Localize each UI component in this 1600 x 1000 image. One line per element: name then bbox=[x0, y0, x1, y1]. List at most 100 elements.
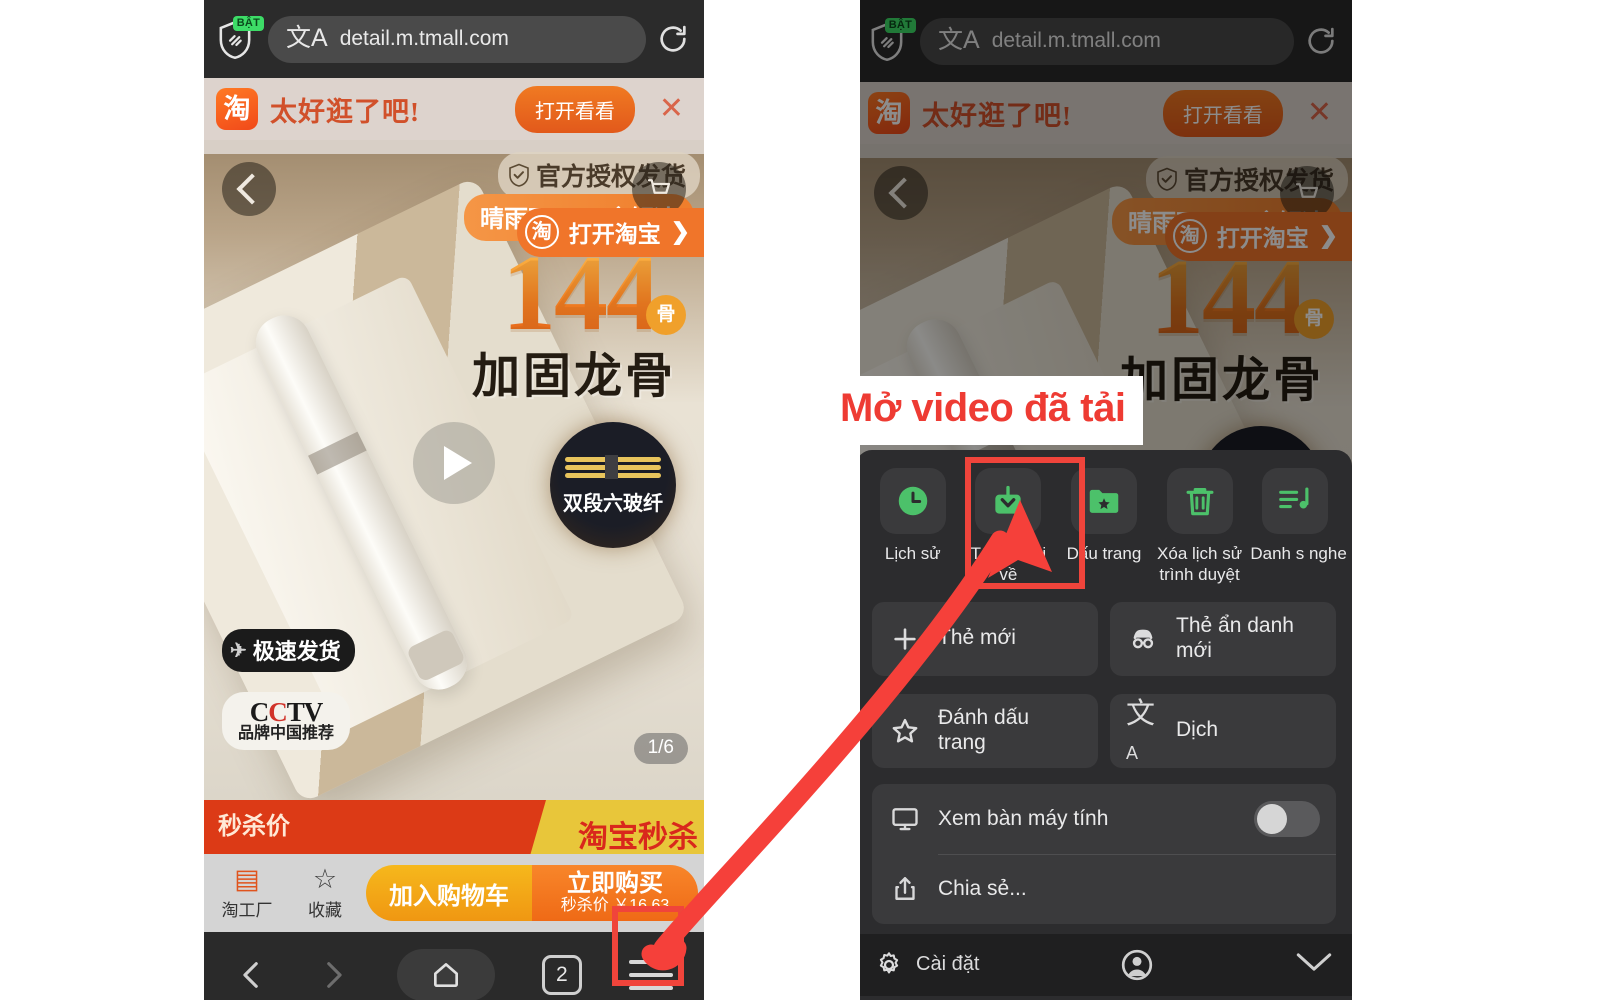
page-back-button[interactable] bbox=[222, 162, 276, 216]
collapse-menu-button[interactable] bbox=[1294, 949, 1334, 980]
reload-icon[interactable] bbox=[1304, 24, 1338, 58]
url-input[interactable]: 文A detail.m.tmall.com bbox=[920, 17, 1294, 65]
cctv-badge: CCTV 品牌中国推荐 bbox=[222, 691, 351, 750]
playlist-music-icon-tile bbox=[1262, 468, 1329, 534]
cart-icon bbox=[647, 179, 671, 194]
nav-back-button[interactable] bbox=[235, 958, 269, 992]
gear-icon bbox=[879, 951, 899, 973]
shield-state-badge: BẬT bbox=[884, 18, 916, 33]
shield-state-badge: BẬT bbox=[232, 16, 264, 31]
promo-text: 太好逛了吧! bbox=[270, 96, 420, 127]
shield-icon[interactable]: BẬT bbox=[218, 16, 264, 60]
translate-icon[interactable]: 文A bbox=[938, 27, 980, 53]
desktop-icon bbox=[888, 804, 922, 834]
translate-label: Dịch bbox=[1176, 718, 1219, 742]
taobao-logo-icon: 淘 bbox=[216, 88, 258, 130]
cart-icon bbox=[1295, 183, 1319, 198]
shop-button[interactable]: ▤ 淘工厂 bbox=[210, 863, 284, 921]
express-shipping-tag: ✈ 极速发货 bbox=[222, 629, 355, 672]
new-incognito-tab-button[interactable]: Thẻ ẩn danh mới bbox=[1110, 601, 1336, 676]
add-to-cart-button[interactable]: 加入购物车 bbox=[366, 865, 532, 921]
promo-open-button[interactable]: 打开看看 bbox=[1162, 89, 1283, 137]
account-icon bbox=[1121, 949, 1152, 980]
play-icon bbox=[444, 446, 472, 481]
product-headline: 加固龙骨 bbox=[471, 350, 676, 403]
favorite-button[interactable]: ☆ 收藏 bbox=[288, 865, 362, 921]
reload-icon[interactable] bbox=[656, 22, 690, 56]
translate-button[interactable]: 文A Dịch bbox=[1110, 693, 1336, 768]
chevron-right-icon: ❯ bbox=[1318, 223, 1338, 248]
flash-sale-strip: 秒杀价 淘宝秒杀 bbox=[204, 800, 704, 854]
clock-icon-tile bbox=[879, 468, 946, 534]
url-text: detail.m.tmall.com bbox=[991, 29, 1161, 52]
nav-home-button[interactable] bbox=[396, 949, 495, 1000]
flash-sale-label: 秒杀价 bbox=[218, 814, 290, 840]
annotation-label: Mở video đã tải bbox=[822, 376, 1144, 445]
fiberglass-rods-icon bbox=[565, 454, 661, 479]
plus-icon bbox=[888, 624, 922, 654]
close-icon[interactable]: ✕ bbox=[1295, 98, 1340, 128]
trash-icon bbox=[1186, 488, 1214, 516]
airplane-icon: ✈ bbox=[230, 639, 247, 662]
quick-action-label: Danh s nghe bbox=[1250, 544, 1347, 563]
highlight-box-menu-button bbox=[612, 906, 684, 986]
menu-grid-row-1: Thẻ mới Thẻ ẩn danh mới bbox=[856, 596, 1352, 688]
product-big-number-unit: 骨 bbox=[646, 295, 686, 335]
account-button[interactable] bbox=[989, 947, 1284, 983]
product-headline: 加固龙骨 bbox=[1119, 354, 1324, 407]
play-video-button[interactable] bbox=[413, 422, 495, 505]
browser-url-bar: BẬT 文A detail.m.tmall.com bbox=[204, 0, 704, 78]
shop-label: 淘工厂 bbox=[221, 900, 273, 920]
desktop-site-toggle[interactable] bbox=[1254, 800, 1320, 837]
shield-icon[interactable]: BẬT bbox=[870, 18, 916, 62]
close-icon[interactable]: ✕ bbox=[647, 94, 692, 124]
quick-action-history[interactable]: Lịch sử bbox=[868, 468, 958, 586]
settings-label: Cài đặt bbox=[916, 953, 980, 975]
new-tab-button[interactable]: Thẻ mới bbox=[872, 601, 1098, 676]
right-page-content: BẬT 文A detail.m.tmall.com 淘 太好逛了吧! 打开看看 … bbox=[856, 0, 1352, 1000]
trash-icon-tile bbox=[1166, 468, 1233, 534]
taobao-promo-banner: 淘 太好逛了吧! 打开看看 ✕ bbox=[204, 78, 704, 140]
chevron-down-icon bbox=[1296, 953, 1332, 971]
tab-count-button[interactable]: 2 bbox=[541, 955, 582, 995]
browser-url-bar-right: BẬT 文A detail.m.tmall.com bbox=[856, 0, 1352, 82]
desktop-site-row[interactable]: Xem bàn máy tính bbox=[872, 784, 1336, 854]
page-back-button[interactable] bbox=[874, 166, 928, 220]
taobao-round-logo-icon: 淘 bbox=[1172, 219, 1207, 253]
taobao-promo-banner: 淘 太好逛了吧! 打开看看 ✕ bbox=[856, 82, 1352, 144]
express-shipping-text: 极速发货 bbox=[252, 639, 341, 664]
screenshot-root: BẬT 文A detail.m.tmall.com 淘 太好逛了吧! 打开看看 … bbox=[0, 0, 1600, 1000]
open-taobao-label: 打开淘宝 bbox=[1216, 226, 1309, 251]
desktop-site-label: Xem bàn máy tính bbox=[938, 806, 1109, 830]
url-input[interactable]: 文A detail.m.tmall.com bbox=[268, 15, 646, 63]
new-incognito-tab-label: Thẻ ẩn danh mới bbox=[1176, 613, 1294, 662]
cctv-sub-text: 品牌中国推荐 bbox=[238, 725, 335, 743]
shop-icon: ▤ bbox=[234, 863, 260, 894]
shield-check-icon bbox=[509, 163, 529, 187]
nav-forward-button[interactable] bbox=[316, 958, 350, 992]
chevron-right-icon: ❯ bbox=[670, 219, 690, 244]
promo-open-button[interactable]: 打开看看 bbox=[514, 85, 635, 133]
open-taobao-button[interactable]: 淘 打开淘宝 ❯ bbox=[1164, 212, 1352, 261]
add-bookmark-button[interactable]: Đánh dấu trang bbox=[872, 693, 1098, 768]
star-icon bbox=[888, 715, 922, 747]
product-hero-image[interactable]: 官方授权发货 晴雨两用 一伞解决 淘 打开淘宝 ❯ 144 骨 加固龙骨 双段六… bbox=[204, 140, 704, 800]
clock-icon bbox=[898, 486, 928, 516]
toggle-knob bbox=[1257, 803, 1287, 834]
share-label: Chia sẻ... bbox=[938, 876, 1027, 900]
shield-check-icon bbox=[1157, 167, 1177, 191]
share-icon bbox=[888, 874, 922, 904]
quick-action-playlist[interactable]: Danh s nghe bbox=[1250, 468, 1347, 586]
open-taobao-button[interactable]: 淘 打开淘宝 ❯ bbox=[516, 208, 704, 257]
share-row[interactable]: Chia sẻ... bbox=[872, 853, 1336, 924]
quick-action-clear-history[interactable]: Xóa lịch sử trình duyệt bbox=[1155, 468, 1245, 586]
settings-button[interactable]: Cài đặt bbox=[874, 950, 979, 980]
buy-now-label: 立即购买 bbox=[567, 870, 663, 897]
fiberglass-badge-text: 双段六玻纤 bbox=[563, 492, 663, 515]
product-big-number-unit: 骨 bbox=[1294, 299, 1334, 339]
highlight-box-downloads bbox=[965, 457, 1085, 589]
translate-icon[interactable]: 文A bbox=[286, 25, 328, 51]
fiberglass-badge: 双段六玻纤 bbox=[550, 422, 676, 548]
quick-action-label: Xóa lịch sử trình duyệt bbox=[1157, 544, 1243, 585]
playlist-music-icon bbox=[1279, 487, 1309, 509]
